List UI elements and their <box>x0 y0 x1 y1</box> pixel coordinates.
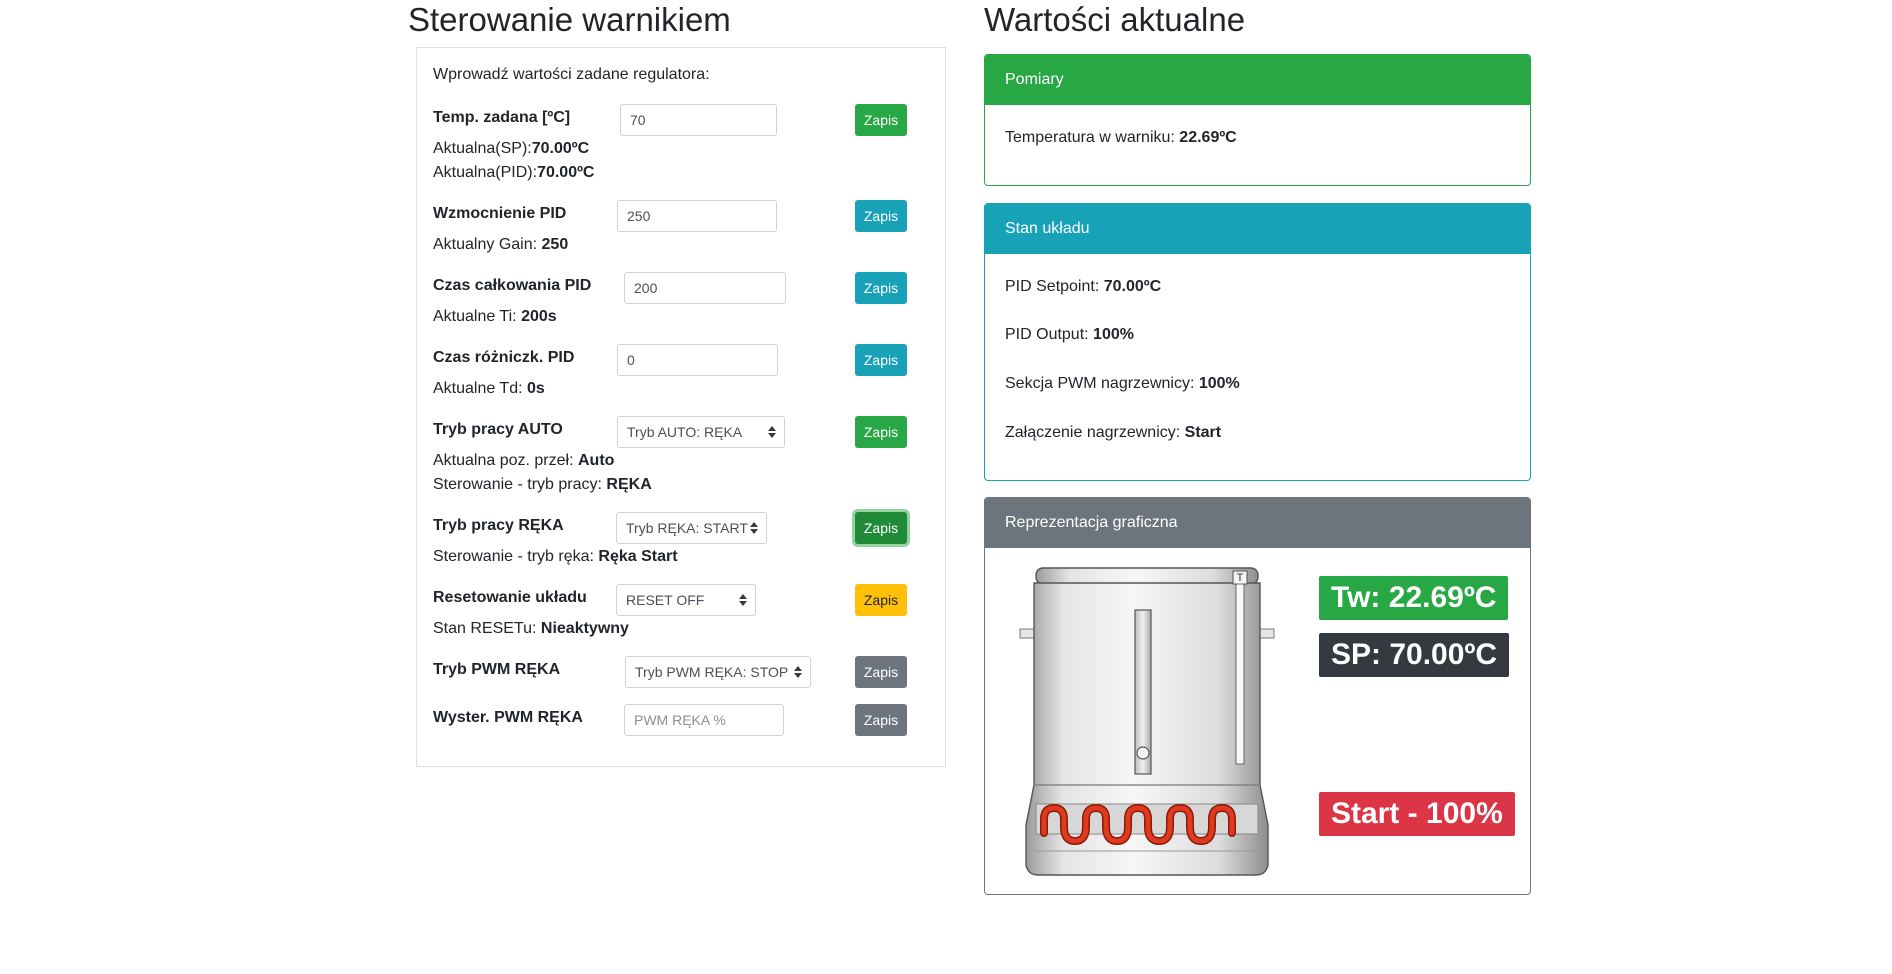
pwm-output-input[interactable] <box>624 704 784 736</box>
reset-select[interactable]: RESET OFF <box>616 584 756 616</box>
chevron-up-down-icon <box>750 521 758 535</box>
pid-gain-input[interactable] <box>617 200 777 232</box>
temp-setpoint-save-button[interactable]: Zapis <box>855 104 907 136</box>
reset-state-info-prefix: Stan RESETu: <box>433 620 537 637</box>
manual-mode-select[interactable]: Tryb RĘKA: START <box>616 512 767 544</box>
pid-ti-input[interactable] <box>624 272 786 304</box>
chevron-up-down-icon <box>739 593 747 607</box>
pwm-output-label: Wyster. PWM RĘKA <box>433 709 583 726</box>
temp-sp-info-value: 70.00ºC <box>531 140 590 157</box>
pwm-mode-save-button[interactable]: Zapis <box>855 656 907 688</box>
pid-td-info: Aktualne Td: 0s <box>433 380 545 398</box>
pid-ti-label: Czas całkowania PID <box>433 277 592 294</box>
manual-control-info: Sterowanie - tryb ręka: Ręka Start <box>433 548 678 566</box>
water-heater-icon: T <box>1019 567 1275 876</box>
pid-ti-info-prefix: Aktualne Ti: <box>433 308 517 325</box>
auto-control-info-prefix: Sterowanie - tryb pracy: <box>433 476 602 493</box>
pid-setpoint-prefix: PID Setpoint: <box>1005 278 1100 295</box>
system-state-card: Stan układu PID Setpoint: 70.00ºC PID Ou… <box>984 203 1531 481</box>
temp-setpoint-label: Temp. zadana [ºC] <box>433 109 571 126</box>
heater-status-badge: Start - 100% <box>1319 792 1515 836</box>
reset-state-info-value: Nieaktywny <box>540 620 629 637</box>
pid-gain-info-prefix: Aktualny Gain: <box>433 236 538 253</box>
temp-pid-info-value: 70.00ºC <box>537 164 595 181</box>
auto-control-info-value: RĘKA <box>606 476 652 493</box>
boiler-temperature-value: 22.69ºC <box>1179 129 1237 146</box>
temp-pid-info: Aktualna(PID):70.00ºC <box>433 164 594 182</box>
pid-td-save-button[interactable]: Zapis <box>855 344 907 376</box>
pwm-section-value: 100% <box>1198 375 1240 392</box>
pid-output-value: 100% <box>1093 326 1134 343</box>
pwm-section-prefix: Sekcja PWM nagrzewnicy: <box>1005 375 1195 392</box>
auto-mode-select[interactable]: Tryb AUTO: RĘKA <box>617 416 785 448</box>
auto-mode-save-button[interactable]: Zapis <box>855 416 907 448</box>
water-temp-badge: Tw: 22.69ºC <box>1319 576 1509 620</box>
setpoint-badge: SP: 70.00ºC <box>1319 633 1510 677</box>
auto-switch-info: Aktualna poz. przeł: Auto <box>433 452 614 470</box>
temp-sp-info: Aktualna(SP):70.00ºC <box>433 140 589 158</box>
reset-select-value: RESET OFF <box>626 592 705 608</box>
pid-setpoint-value: 70.00ºC <box>1103 278 1162 295</box>
pwm-mode-select-value: Tryb PWM RĘKA: STOP <box>635 664 789 680</box>
chevron-up-down-icon <box>794 665 802 679</box>
form-intro: Wprowadź wartości zadane regulatora: <box>433 66 710 83</box>
heater-on-value: Start <box>1184 424 1222 441</box>
manual-control-info-prefix: Sterowanie - tryb ręka: <box>433 548 594 565</box>
pid-gain-label: Wzmocnienie PID <box>433 205 567 222</box>
pid-td-info-value: 0s <box>527 380 545 397</box>
pwm-section-line: Sekcja PWM nagrzewnicy: 100% <box>1005 375 1240 393</box>
auto-mode-select-value: Tryb AUTO: RĘKA <box>627 424 743 440</box>
pid-output-prefix: PID Output: <box>1005 326 1089 343</box>
temp-setpoint-input[interactable] <box>620 104 777 136</box>
pid-setpoint-line: PID Setpoint: 70.00ºC <box>1005 278 1161 296</box>
heater-on-prefix: Załączenie nagrzewnicy: <box>1005 424 1181 441</box>
page-title-values: Wartości aktualne <box>984 1 1246 38</box>
pwm-output-save-button[interactable]: Zapis <box>855 704 907 736</box>
reset-state-info: Stan RESETu: Nieaktywny <box>433 620 629 638</box>
thermometer-letter: T <box>1237 572 1244 584</box>
manual-mode-save-button[interactable]: Zapis <box>855 512 907 544</box>
pid-td-label: Czas różniczk. PID <box>433 349 575 366</box>
measurements-card: Pomiary Temperatura w warniku: 22.69ºC <box>984 54 1531 186</box>
pid-td-input[interactable] <box>617 344 778 376</box>
pid-ti-info: Aktualne Ti: 200s <box>433 308 557 326</box>
pid-td-info-prefix: Aktualne Td: <box>433 380 523 397</box>
reset-save-button[interactable]: Zapis <box>855 584 907 616</box>
manual-mode-select-value: Tryb RĘKA: START <box>626 520 748 536</box>
reset-label: Resetowanie układu <box>433 589 587 606</box>
temp-pid-info-prefix: Aktualna(PID): <box>433 164 538 181</box>
pid-gain-save-button[interactable]: Zapis <box>855 200 907 232</box>
boiler-temperature-line: Temperatura w warniku: 22.69ºC <box>1005 129 1237 147</box>
manual-control-info-value: Ręka Start <box>598 548 678 565</box>
chevron-up-down-icon <box>768 425 776 439</box>
auto-control-info: Sterowanie - tryb pracy: RĘKA <box>433 476 652 494</box>
pid-gain-info-value: 250 <box>541 236 569 253</box>
manual-mode-label: Tryb pracy RĘKA <box>433 517 564 534</box>
page-title-control: Sterowanie warnikiem <box>408 1 731 38</box>
measurements-card-header: Pomiary <box>985 55 1530 105</box>
system-state-card-header: Stan układu <box>985 204 1530 254</box>
auto-mode-label: Tryb pracy AUTO <box>433 421 563 438</box>
pwm-mode-select[interactable]: Tryb PWM RĘKA: STOP <box>625 656 811 688</box>
auto-switch-info-value: Auto <box>577 452 615 469</box>
auto-switch-info-prefix: Aktualna poz. przeł: <box>433 452 574 469</box>
pid-ti-save-button[interactable]: Zapis <box>855 272 907 304</box>
temp-sp-info-prefix: Aktualna(SP): <box>433 140 532 157</box>
graphic-card-header: Reprezentacja graficzna <box>985 498 1530 548</box>
pid-gain-info: Aktualny Gain: 250 <box>433 236 568 254</box>
boiler-temperature-prefix: Temperatura w warniku: <box>1005 129 1175 146</box>
pwm-mode-label: Tryb PWM RĘKA <box>433 661 561 678</box>
heater-on-line: Załączenie nagrzewnicy: Start <box>1005 424 1221 442</box>
pid-output-line: PID Output: 100% <box>1005 326 1134 344</box>
pid-ti-info-value: 200s <box>521 308 557 325</box>
